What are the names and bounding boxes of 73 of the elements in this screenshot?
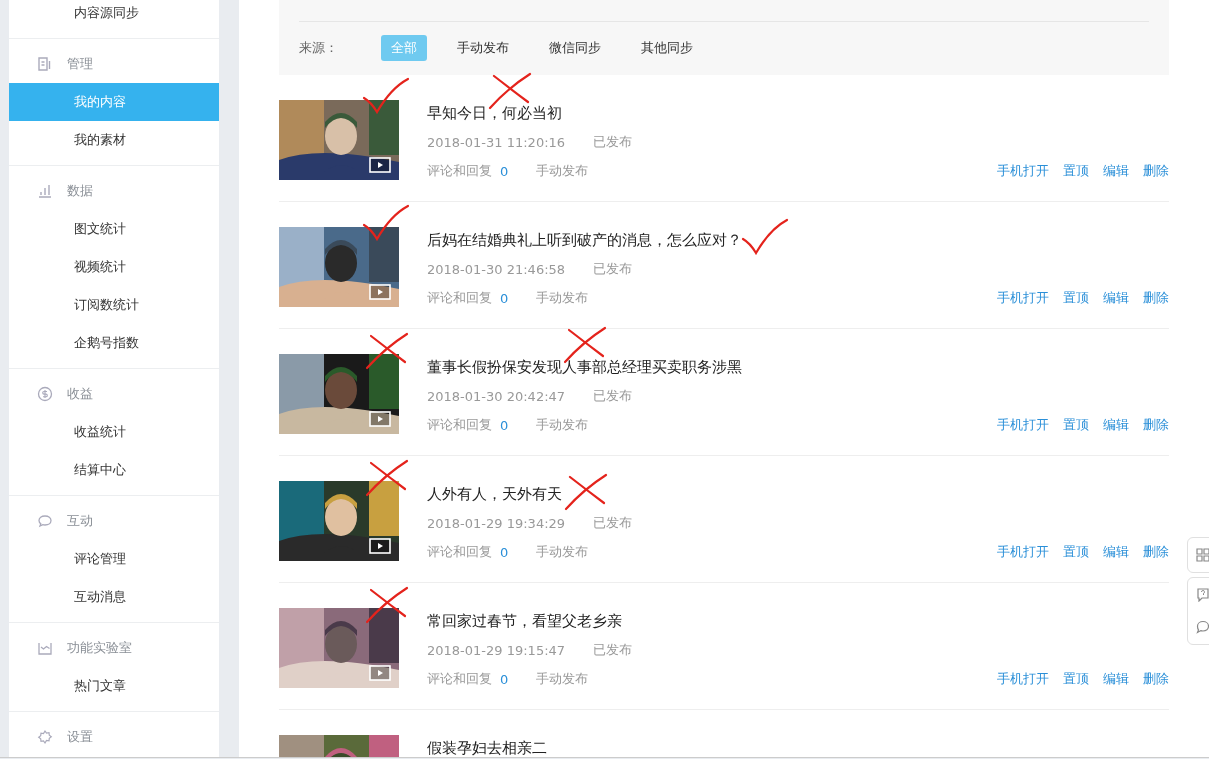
action-link[interactable]: 置顶 [1063,416,1089,434]
sidebar-item[interactable]: 热门文章 [9,667,219,705]
sidebar-item[interactable]: 结算中心 [9,451,219,489]
sidebar-item[interactable]: 企鹅号指数 [9,324,219,362]
article-title[interactable]: 董事长假扮保安发现人事部总经理买卖职务涉黑 [427,357,742,377]
comment-count[interactable]: 0 [500,163,509,179]
article-title[interactable]: 假装孕妇去相亲二 [427,738,547,757]
action-link[interactable]: 删除 [1143,289,1169,307]
comment-count[interactable]: 0 [500,544,509,560]
comments-label: 评论和回复 [427,162,492,180]
action-link[interactable]: 编辑 [1103,289,1129,307]
publish-date: 2018-01-31 11:20:16 [427,134,566,150]
sidebar-item[interactable]: 评论管理 [9,540,219,578]
sidebar-item[interactable]: 我的内容 [9,83,219,121]
status-text: 已发布 [593,260,633,278]
action-link[interactable]: 删除 [1143,543,1169,561]
sidebar-section-title: 功能实验室 [67,639,132,657]
sidebar-section-title: 管理 [67,55,93,73]
comments-label: 评论和回复 [427,416,492,434]
action-link[interactable]: 置顶 [1063,162,1089,180]
article-title[interactable]: 人外有人，天外有天 [427,484,562,504]
action-link[interactable]: 编辑 [1103,416,1129,434]
action-link[interactable]: 手机打开 [997,162,1049,180]
source-text: 手动发布 [536,162,589,180]
source-text: 手动发布 [536,289,589,307]
status-text: 已发布 [593,387,633,405]
action-link[interactable]: 手机打开 [997,416,1049,434]
sidebar-item[interactable]: 图文统计 [9,210,219,248]
action-link[interactable]: 置顶 [1063,289,1089,307]
sidebar-item[interactable]: 订阅数统计 [9,286,219,324]
comment-count[interactable]: 0 [500,417,509,433]
sidebar-item[interactable]: 我的素材 [9,121,219,159]
action-link[interactable]: 置顶 [1063,670,1089,688]
action-link[interactable]: 删除 [1143,416,1169,434]
article-title[interactable]: 常回家过春节，看望父老乡亲 [427,611,622,631]
sidebar-section-title: 数据 [67,182,93,200]
article-title[interactable]: 早知今日，何必当初 [427,103,562,123]
sidebar-item[interactable]: 视频统计 [9,248,219,286]
comments-label: 评论和回复 [427,543,492,561]
article-title[interactable]: 后妈在结婚典礼上听到破产的消息，怎么应对？ [427,230,742,250]
action-link[interactable]: 编辑 [1103,670,1129,688]
filter-option[interactable]: 微信同步 [539,35,611,62]
action-link[interactable]: 编辑 [1103,543,1129,561]
publish-date: 2018-01-30 20:42:47 [427,388,566,404]
sidebar-section-title: 设置 [67,728,93,746]
source-text: 手动发布 [536,416,589,434]
sidebar-item[interactable]: 互动消息 [9,578,219,616]
filter-label: 来源： [299,39,339,58]
source-text: 手动发布 [536,543,589,561]
action-link[interactable]: 编辑 [1103,162,1129,180]
sidebar-item[interactable]: 收益统计 [9,413,219,451]
source-text: 手动发布 [536,670,589,688]
publish-date: 2018-01-30 21:46:58 [427,261,566,277]
action-link[interactable]: 手机打开 [997,543,1049,561]
status-text: 已发布 [593,641,633,659]
publish-date: 2018-01-29 19:15:47 [427,642,566,658]
sidebar-section-title: 收益 [67,385,93,403]
sidebar-item[interactable]: 内容源同步 [9,0,219,32]
publish-date: 2018-01-29 19:34:29 [427,515,566,531]
comment-count[interactable]: 0 [500,290,509,306]
comment-count[interactable]: 0 [500,671,509,687]
comments-label: 评论和回复 [427,289,492,307]
status-text: 已发布 [593,133,633,151]
sidebar-section-title: 互动 [67,512,93,530]
comments-label: 评论和回复 [427,670,492,688]
filter-option[interactable]: 其他同步 [631,35,703,62]
action-link[interactable]: 删除 [1143,162,1169,180]
action-link[interactable]: 手机打开 [997,289,1049,307]
action-link[interactable]: 置顶 [1063,543,1089,561]
action-link[interactable]: 删除 [1143,670,1169,688]
action-link[interactable]: 手机打开 [997,670,1049,688]
filter-option[interactable]: 手动发布 [447,35,519,62]
status-text: 已发布 [593,514,633,532]
